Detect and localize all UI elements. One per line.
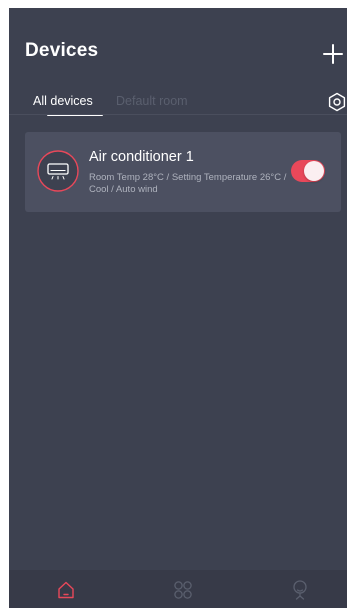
device-status: Room Temp 28°C / Setting Temperature 26°… bbox=[89, 172, 287, 195]
plus-icon bbox=[323, 44, 343, 64]
device-card[interactable]: Air conditioner 1 Room Temp 28°C / Setti… bbox=[25, 132, 341, 212]
air-conditioner-icon bbox=[37, 150, 79, 192]
add-device-button[interactable] bbox=[321, 42, 345, 66]
nav-profile[interactable] bbox=[289, 579, 311, 601]
nav-apps[interactable] bbox=[172, 579, 194, 601]
header-divider bbox=[9, 114, 347, 115]
tab-all-devices[interactable]: All devices bbox=[33, 94, 93, 108]
apps-grid-icon bbox=[174, 581, 192, 599]
power-toggle[interactable] bbox=[291, 160, 325, 182]
page-title: Devices bbox=[25, 40, 99, 61]
home-icon bbox=[58, 581, 74, 599]
app-screen: Devices All devices Default room Air con… bbox=[9, 8, 347, 608]
header: Devices All devices Default room bbox=[9, 8, 347, 116]
tab-default-room[interactable]: Default room bbox=[116, 94, 188, 108]
device-name: Air conditioner 1 bbox=[89, 149, 194, 165]
room-settings-button[interactable] bbox=[327, 92, 347, 112]
nav-home[interactable] bbox=[55, 579, 77, 601]
bottom-navigation bbox=[9, 570, 347, 608]
profile-icon bbox=[293, 580, 307, 600]
hexagon-settings-icon bbox=[328, 92, 346, 112]
toggle-knob bbox=[304, 161, 324, 181]
